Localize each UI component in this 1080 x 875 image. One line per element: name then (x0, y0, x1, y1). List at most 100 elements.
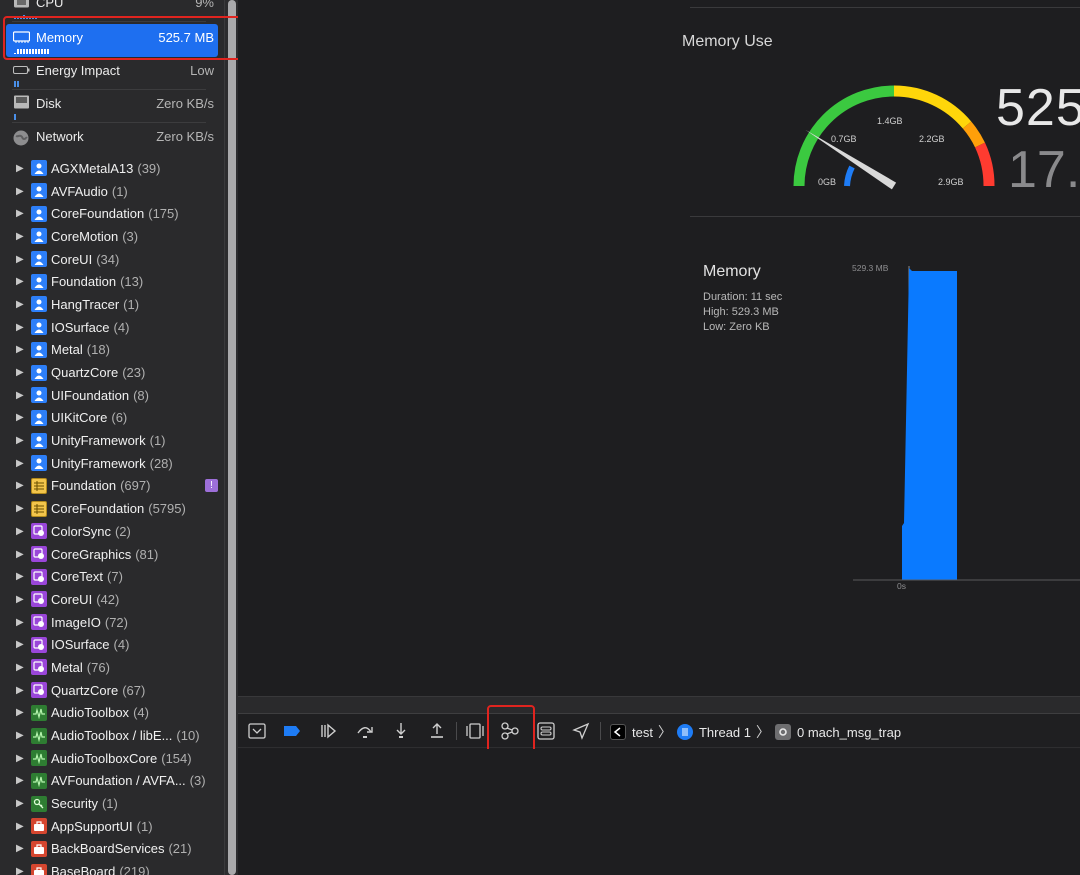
disclosure-triangle-icon[interactable]: ▶ (16, 753, 27, 764)
library-row[interactable]: ▶ IOSurface (4) (0, 633, 224, 656)
library-row[interactable]: ▶ UnityFramework (28) (0, 452, 224, 475)
disclosure-triangle-icon[interactable]: ▶ (16, 344, 27, 355)
disclosure-triangle-icon[interactable]: ▶ (16, 322, 27, 333)
gauge-disk[interactable]: Disk Zero KB/s (0, 90, 224, 123)
library-row[interactable]: ▶ AppSupportUI (1) (0, 815, 224, 838)
gauge-energy[interactable]: Energy Impact Low (0, 57, 224, 90)
hide-debug-area-icon[interactable] (247, 721, 267, 741)
continue-icon[interactable] (318, 721, 338, 741)
library-row[interactable]: ▶ CoreUI (34) (0, 248, 224, 271)
disclosure-triangle-icon[interactable]: ▶ (16, 775, 27, 786)
disclosure-triangle-icon[interactable]: ▶ (16, 163, 27, 174)
breadcrumb-frame[interactable]: 0 mach_msg_trap (797, 725, 901, 740)
library-row[interactable]: ▶ CoreGraphics (81) (0, 543, 224, 566)
library-row[interactable]: ▶ IOSurface (4) (0, 316, 224, 339)
library-row[interactable]: ▶ ImageIO (72) (0, 611, 224, 634)
library-audio-icon (31, 727, 47, 744)
library-row[interactable]: ▶ UIFoundation (8) (0, 384, 224, 407)
library-row[interactable]: ▶ AVFAudio (1) (0, 180, 224, 203)
breakpoints-toggle-icon[interactable] (282, 721, 302, 741)
gauge-label: Network (36, 129, 84, 144)
disclosure-triangle-icon[interactable]: ▶ (16, 549, 27, 560)
disclosure-triangle-icon[interactable]: ▶ (16, 730, 27, 741)
library-row[interactable]: ▶ Foundation (697)! (0, 475, 224, 498)
library-user-icon (31, 432, 47, 449)
disclosure-triangle-icon[interactable]: ▶ (16, 435, 27, 446)
library-row[interactable]: ▶ AGXMetalA13 (39) (0, 157, 224, 180)
disclosure-triangle-icon[interactable]: ▶ (16, 617, 27, 628)
memory-annotation-box (3, 16, 265, 60)
library-row[interactable]: ▶ QuartzCore (67) (0, 679, 224, 702)
disclosure-triangle-icon[interactable]: ▶ (16, 526, 27, 537)
library-name: BaseBoard (51, 864, 116, 875)
library-row[interactable]: ▶ UIKitCore (6) (0, 407, 224, 430)
step-into-icon[interactable] (391, 721, 411, 741)
step-out-icon[interactable] (427, 721, 447, 741)
library-row[interactable]: ▶ CoreFoundation (5795) (0, 497, 224, 520)
breadcrumb-thread[interactable]: Thread 1 (699, 725, 751, 740)
breadcrumb-app[interactable]: test (632, 725, 653, 740)
step-over-icon[interactable] (355, 721, 375, 741)
disclosure-triangle-icon[interactable]: ▶ (16, 208, 27, 219)
scrollbar-thumb[interactable] (228, 0, 236, 875)
library-row[interactable]: ▶ Security (1) (0, 792, 224, 815)
disclosure-triangle-icon[interactable]: ▶ (16, 662, 27, 673)
library-user-icon (31, 409, 47, 426)
library-row[interactable]: ▶ CoreUI (42) (0, 588, 224, 611)
disclosure-triangle-icon[interactable]: ▶ (16, 843, 27, 854)
disclosure-triangle-icon[interactable]: ▶ (16, 276, 27, 287)
library-row[interactable]: ▶ AudioToolbox (4) (0, 702, 224, 725)
sidebar-scrollbar[interactable] (224, 0, 238, 875)
library-row[interactable]: ▶ AudioToolboxCore (154) (0, 747, 224, 770)
library-count: (39) (137, 160, 161, 176)
disclosure-triangle-icon[interactable]: ▶ (16, 412, 27, 423)
library-row[interactable]: ▶ CoreFoundation (175) (0, 202, 224, 225)
disclosure-triangle-icon[interactable]: ▶ (16, 639, 27, 650)
library-row[interactable]: ▶ HangTracer (1) (0, 293, 224, 316)
library-row[interactable]: ▶ AVFoundation / AVFA... (3) (0, 770, 224, 793)
library-row[interactable]: ▶ UnityFramework (1) (0, 429, 224, 452)
library-row[interactable]: ▶ ColorSync (2) (0, 520, 224, 543)
disclosure-triangle-icon[interactable]: ▶ (16, 480, 27, 491)
library-count: (1) (101, 796, 118, 812)
library-row[interactable]: ▶ Metal (18) (0, 339, 224, 362)
disclosure-triangle-icon[interactable]: ▶ (16, 390, 27, 401)
library-count: (3) (122, 228, 139, 244)
gauge-network[interactable]: Network Zero KB/s (0, 123, 224, 156)
disclosure-triangle-icon[interactable]: ▶ (16, 503, 27, 514)
disclosure-triangle-icon[interactable]: ▶ (16, 798, 27, 809)
disclosure-triangle-icon[interactable]: ▶ (16, 685, 27, 696)
disclosure-triangle-icon[interactable]: ▶ (16, 231, 27, 242)
disclosure-triangle-icon[interactable]: ▶ (16, 594, 27, 605)
disclosure-triangle-icon[interactable]: ▶ (16, 299, 27, 310)
library-row[interactable]: ▶ Foundation (13) (0, 270, 224, 293)
debug-area-divider[interactable] (238, 696, 1080, 714)
debug-console-area[interactable] (238, 749, 1080, 875)
disclosure-triangle-icon[interactable]: ▶ (16, 458, 27, 469)
library-row[interactable]: ▶ QuartzCore (23) (0, 361, 224, 384)
library-table-icon (31, 500, 47, 517)
library-row[interactable]: ▶ BackBoardServices (21) (0, 838, 224, 861)
library-count: (154) (161, 750, 192, 766)
library-row[interactable]: ▶ Metal (76) (0, 656, 224, 679)
disclosure-triangle-icon[interactable]: ▶ (16, 254, 27, 265)
disclosure-triangle-icon[interactable]: ▶ (16, 821, 27, 832)
library-row[interactable]: ▶ CoreMotion (3) (0, 225, 224, 248)
library-brief-icon (31, 818, 47, 835)
gauge-label-2: 1.4GB (877, 116, 903, 126)
library-count: (1) (123, 296, 140, 312)
disclosure-triangle-icon[interactable]: ▶ (16, 186, 27, 197)
debug-view-hierarchy-icon[interactable] (465, 721, 485, 741)
library-row[interactable]: ▶ BaseBoard (219) (0, 860, 224, 875)
library-row[interactable]: ▶ AudioToolbox / libE... (10) (0, 724, 224, 747)
library-row[interactable]: ▶ CoreText (7) (0, 565, 224, 588)
disclosure-triangle-icon[interactable]: ▶ (16, 571, 27, 582)
disclosure-triangle-icon[interactable]: ▶ (16, 866, 27, 875)
library-table-icon (31, 477, 47, 494)
library-count: (67) (122, 682, 146, 698)
simulate-location-icon[interactable] (571, 721, 591, 741)
environment-overrides-icon[interactable] (536, 721, 556, 741)
disclosure-triangle-icon[interactable]: ▶ (16, 367, 27, 378)
disclosure-triangle-icon[interactable]: ▶ (16, 707, 27, 718)
gauge-value: Zero KB/s (156, 129, 214, 144)
